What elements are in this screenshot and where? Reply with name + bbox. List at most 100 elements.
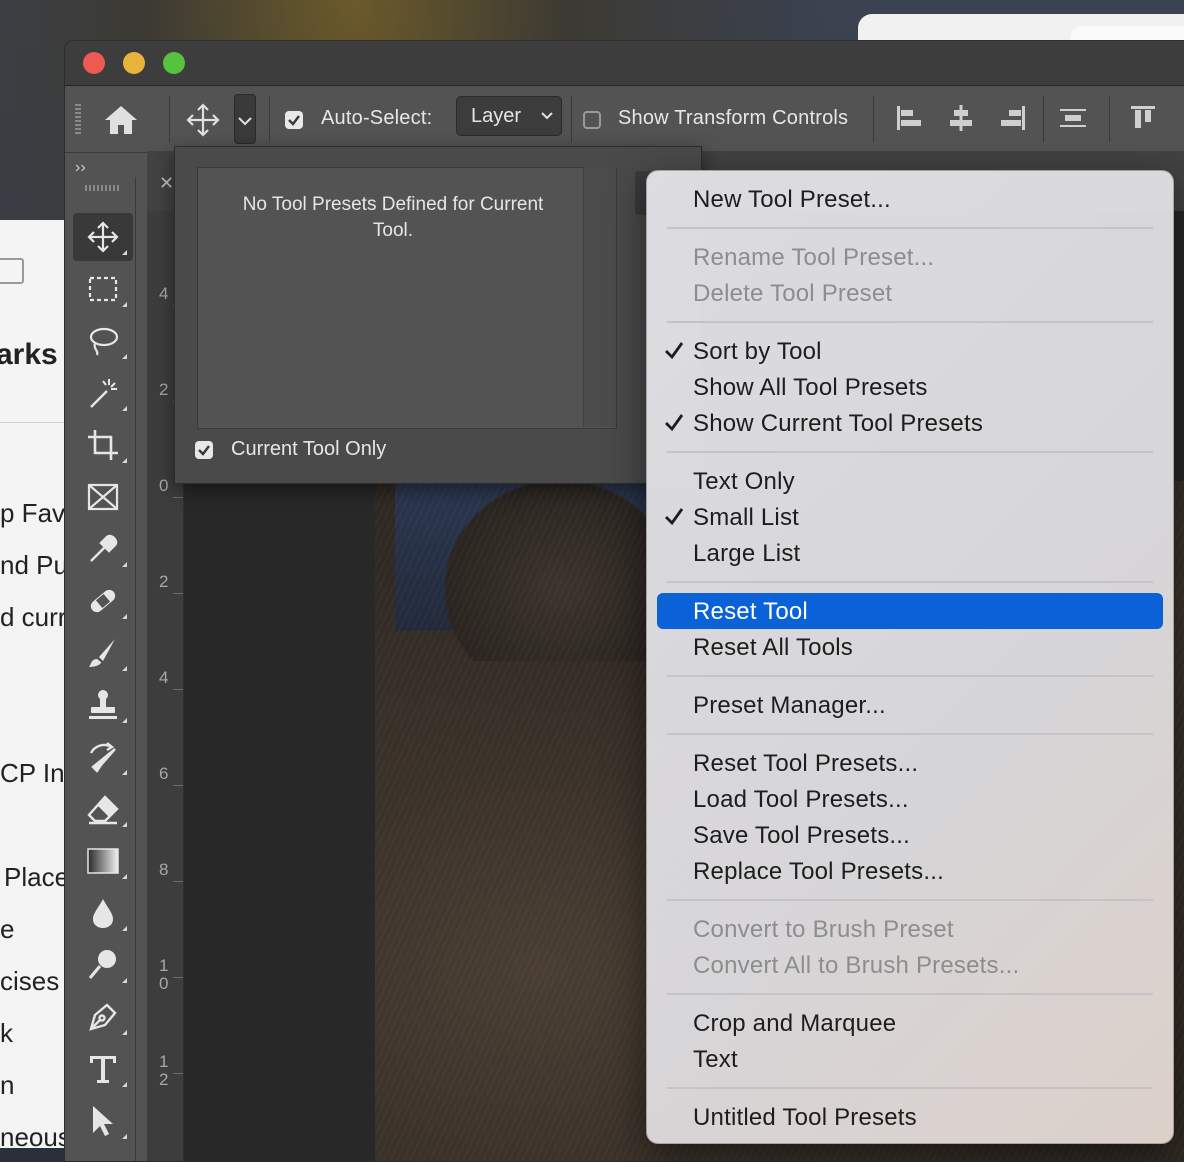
menu-item-sort-by-tool[interactable]: Sort by Tool [657,333,1163,369]
eraser-tool[interactable] [73,785,133,833]
menu-item-reset-tool-presets[interactable]: Reset Tool Presets... [657,745,1163,781]
type-tool[interactable] [73,1045,133,1093]
menu-separator [667,993,1153,995]
path-selection-tool[interactable] [73,1097,133,1145]
options-bar-grip[interactable] [75,104,81,136]
ruler-number: 2 [159,572,169,591]
align-horizontal-centers-button[interactable] [945,102,977,134]
menu-item-large-list[interactable]: Large List [657,535,1163,571]
tools-panel [69,177,136,1161]
background-text-fragment: neous [0,1122,66,1148]
background-text-fragment: k [0,1018,13,1048]
clone-stamp-tool[interactable] [73,681,133,729]
menu-item-replace-tool-presets[interactable]: Replace Tool Presets... [657,853,1163,889]
menu-item-show-all-tool-presets[interactable]: Show All Tool Presets [657,369,1163,405]
dodge-tool[interactable] [73,941,133,989]
home-button[interactable] [101,100,141,140]
frame-tool[interactable] [73,473,133,521]
gradient-icon [87,848,119,874]
minimize-window-button[interactable] [123,52,145,74]
move-tool[interactable] [73,213,133,261]
pen-icon [89,1003,117,1031]
checkmark-icon [288,115,300,126]
background-text-fragment: e [0,914,15,944]
menu-item-label: New Tool Preset... [693,186,891,213]
eyedropper-tool[interactable] [73,525,133,573]
tool-preset-picker-button[interactable] [234,94,256,144]
align-right-edges-button[interactable] [997,102,1029,134]
collapse-panels-icon[interactable]: ›› [75,159,86,177]
crop-tool[interactable] [73,421,133,469]
menu-item-preset-manager[interactable]: Preset Manager... [657,687,1163,723]
brush-icon [89,639,115,667]
menu-item-label: Sort by Tool [693,338,822,365]
marquee-icon [88,276,118,302]
align-top-edges-button[interactable] [1127,102,1159,134]
lasso-tool[interactable] [73,317,133,365]
bandage-icon [90,589,116,613]
menu-item-delete-tool-preset: Delete Tool Preset [657,275,1163,311]
ruler-number: 4 [159,668,169,687]
background-text-fragment: CP Inf [0,758,66,788]
menu-item-label: Small List [693,504,800,531]
distribute-vertical-button[interactable] [1057,102,1089,134]
show-transform-controls-checkbox[interactable] [583,111,601,129]
menu-item-crop-and-marquee[interactable]: Crop and Marquee [657,1005,1163,1041]
menu-item-text-only[interactable]: Text Only [657,463,1163,499]
rectangular-marquee-tool[interactable] [73,265,133,313]
background-text-fragment: n [0,1070,15,1100]
auto-select-target-value: Layer [471,105,522,127]
menu-separator [667,733,1153,735]
tool-preset-list[interactable]: No Tool Presets Defined for Current Tool… [197,167,617,429]
auto-select-target-dropdown[interactable]: Layer [456,96,562,136]
menu-item-reset-all-tools[interactable]: Reset All Tools [657,629,1163,665]
menu-item-convert-all-to-brush-presets: Convert All to Brush Presets... [657,947,1163,983]
stamp-icon [89,690,117,719]
eyedropper-icon [90,534,118,562]
align-center-icon [950,105,972,131]
menu-item-label: Rename Tool Preset... [693,244,935,271]
checkmark-icon [663,505,685,532]
menu-item-label: Reset Tool Presets... [693,750,919,777]
align-left-edges-button[interactable] [893,102,925,134]
menu-separator [667,899,1153,901]
menu-item-label: Save Tool Presets... [693,822,910,849]
current-tool-only-checkbox[interactable] [195,441,213,459]
menu-item-text[interactable]: Text [657,1041,1163,1077]
background-browser-window: arks p Fav nd Pu d curr CP Inf Place e c… [0,220,66,1148]
magic-wand-tool[interactable] [73,369,133,417]
move-tool-preset-icon-button[interactable] [183,100,223,140]
menu-item-untitled-tool-presets[interactable]: Untitled Tool Presets [657,1099,1163,1135]
menu-item-label: Preset Manager... [693,692,886,719]
pen-tool[interactable] [73,993,133,1041]
maximize-window-button[interactable] [163,52,185,74]
menu-item-new-tool-preset[interactable]: New Tool Preset... [657,181,1163,217]
tools-panel-grip[interactable] [85,185,119,191]
distribute-icon [1060,109,1086,127]
menu-item-label: Show Current Tool Presets [693,410,984,437]
history-brush-tool[interactable] [73,733,133,781]
menu-item-reset-tool[interactable]: Reset Tool [657,593,1163,629]
brush-tool[interactable] [73,629,133,677]
gradient-tool[interactable] [73,837,133,885]
menu-item-label: Convert All to Brush Presets... [693,952,1020,979]
align-right-icon [1001,106,1025,130]
menu-separator [667,1087,1153,1089]
blur-tool[interactable] [73,889,133,937]
menu-item-save-tool-presets[interactable]: Save Tool Presets... [657,817,1163,853]
menu-item-load-tool-presets[interactable]: Load Tool Presets... [657,781,1163,817]
auto-select-checkbox[interactable] [285,111,303,129]
sidebar-toggle-icon [0,258,24,284]
background-text-fragment: p Fav [0,498,66,528]
menu-item-show-current-tool-presets[interactable]: Show Current Tool Presets [657,405,1163,441]
menu-separator [667,321,1153,323]
healing-brush-tool[interactable] [73,577,133,625]
drop-icon [93,899,113,928]
close-document-tab-icon[interactable]: ✕ [159,173,174,194]
close-window-button[interactable] [83,52,105,74]
menu-item-small-list[interactable]: Small List [657,499,1163,535]
home-icon [105,106,137,134]
options-bar: Auto-Select: Layer Show Transform Contro… [65,86,1184,153]
preset-list-scrollbar[interactable] [583,167,616,427]
checkmark-icon [663,339,685,366]
